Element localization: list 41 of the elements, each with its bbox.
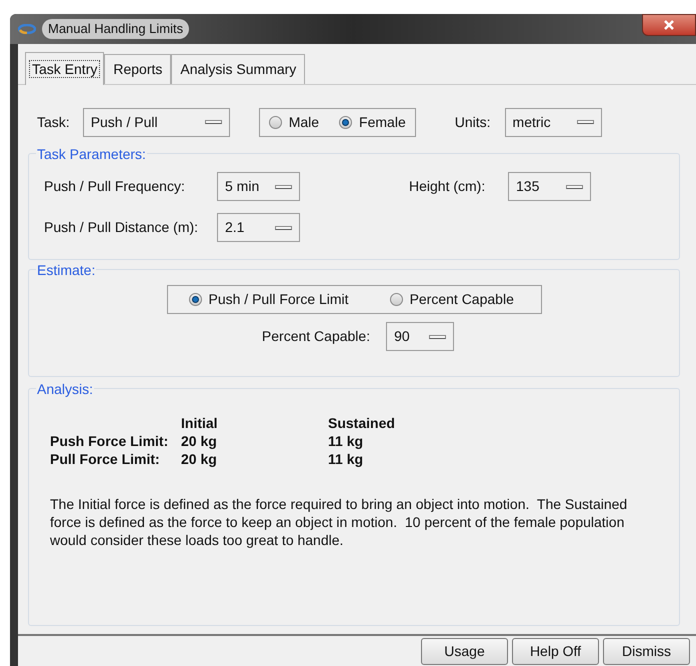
radio-button[interactable]: Percent Capable: [390, 289, 514, 310]
option-menu-icon: [275, 184, 292, 188]
close-icon: [663, 20, 675, 30]
column-header: Initial: [181, 414, 219, 432]
dropdown[interactable]: 90: [386, 322, 454, 351]
app-icon: [18, 24, 36, 34]
dialog-button[interactable]: Usage: [421, 638, 508, 665]
table-cell-text: 11 kg: [328, 432, 364, 450]
row-label: Pull Force Limit:: [50, 450, 161, 468]
column-header: Sustained: [328, 414, 396, 432]
option-menu-icon: [576, 120, 594, 124]
tab[interactable]: Task Entry: [25, 52, 104, 85]
table-cell-text: 20 kg: [181, 450, 218, 468]
option-menu-icon: [429, 334, 446, 338]
dropdown[interactable]: 2.1: [217, 213, 300, 242]
option-menu-icon: [204, 120, 222, 124]
option-menu-icon: [275, 226, 292, 230]
tab[interactable]: Reports: [104, 54, 172, 84]
dropdown[interactable]: 5 min: [217, 172, 300, 201]
radio-button[interactable]: Male: [268, 112, 320, 132]
window-title: Manual Handling Limits: [42, 19, 190, 39]
field-label: Height (cm):: [409, 177, 486, 196]
option-menu-icon: [566, 184, 583, 188]
tab[interactable]: Analysis Summary: [171, 54, 306, 84]
field-label: Units:: [454, 112, 491, 132]
row-label: Push Force Limit:: [50, 432, 170, 450]
field-label: Task:: [37, 112, 70, 132]
close-button[interactable]: [642, 14, 696, 36]
field-label: Push / Pull Frequency:: [44, 177, 186, 196]
dropdown[interactable]: Push / Pull: [82, 108, 230, 136]
radio-button[interactable]: Push / Pull Force Limit: [188, 289, 349, 310]
analysis-note: The Initial force is defined as the force required to bring an object into motion. The Sustained force is defined as the force to keep an object in motion. 10 percent of the female population would consider these loads too great to handle.: [50, 495, 628, 549]
field-label: Push / Pull Distance (m):: [44, 218, 200, 237]
dropdown[interactable]: 135: [508, 172, 591, 201]
table-cell-text: 11 kg: [328, 450, 364, 468]
dialog-button[interactable]: Dismiss: [603, 638, 690, 665]
dialog-button[interactable]: Help Off: [512, 638, 599, 665]
dropdown[interactable]: metric: [504, 108, 602, 136]
field-label: Percent Capable:: [262, 327, 370, 346]
table-cell-text: 20 kg: [181, 432, 218, 450]
radio-button[interactable]: Female: [339, 112, 406, 132]
